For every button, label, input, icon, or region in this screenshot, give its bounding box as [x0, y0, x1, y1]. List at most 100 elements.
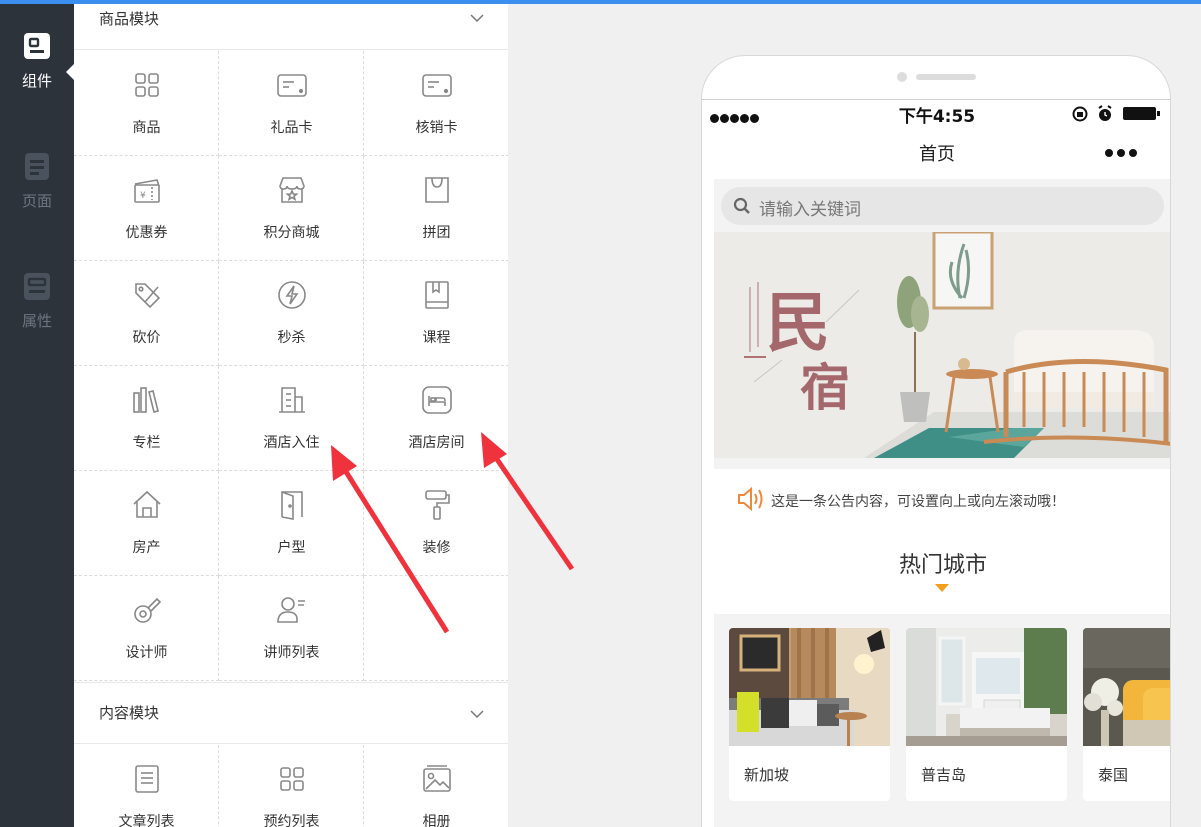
svg-text:¥: ¥: [140, 191, 146, 201]
lecturer-icon: [277, 597, 305, 623]
nav-item-page[interactable]: 页面: [0, 152, 74, 232]
nav-item-label: 属性: [21, 312, 52, 330]
left-nav: 组件 页面 属性: [0, 4, 74, 827]
component-designer[interactable]: 设计师: [74, 576, 219, 681]
city-photo: [1083, 628, 1170, 746]
grid-icon: [135, 73, 159, 97]
component-booking-list[interactable]: 预约列表: [219, 745, 364, 827]
page-icon: [25, 153, 49, 180]
article-icon: [135, 765, 159, 793]
coupon-icon: ¥: [134, 179, 160, 203]
city-card-singapore[interactable]: 新加坡: [729, 628, 890, 801]
status-bar: 下午4:55: [702, 100, 1170, 127]
speaker-icon: [738, 486, 763, 512]
component-gift-card[interactable]: 礼品卡: [219, 51, 364, 156]
hot-cities-title: 热门城市: [898, 553, 987, 578]
component-label: 礼品卡: [270, 120, 313, 136]
component-icon: [24, 33, 50, 59]
component-label: 酒店房间: [408, 435, 465, 451]
component-label: 课程: [422, 330, 451, 346]
component-label: 预约列表: [263, 814, 320, 827]
component-column[interactable]: 专栏: [74, 366, 219, 471]
component-label: 核销卡: [415, 120, 458, 136]
page-title: 首页: [919, 144, 955, 165]
component-label: 户型: [277, 540, 306, 556]
component-article-list[interactable]: 文章列表: [74, 745, 219, 827]
component-house[interactable]: 房产: [74, 471, 219, 576]
component-points-store[interactable]: 积分商城: [219, 156, 364, 261]
search-icon: [733, 197, 750, 214]
homestay-banner[interactable]: 民 宿: [714, 232, 1170, 458]
battery-icon: [1072, 105, 1160, 122]
search-placeholder: 请输入关键词: [759, 200, 861, 220]
search-bar[interactable]: 请输入关键词: [721, 187, 1164, 225]
city-card-phuket[interactable]: 普吉岛: [906, 628, 1067, 801]
gift-card-icon: [277, 74, 307, 97]
component-label: 专栏: [132, 435, 161, 451]
component-label: 装修: [422, 540, 451, 556]
hotel-room-icon: [422, 386, 452, 414]
nav-item-component[interactable]: 组件: [0, 32, 74, 112]
city-photo: [906, 628, 1067, 746]
city-name: 新加坡: [744, 766, 790, 784]
component-coupon[interactable]: ¥ 优惠券: [74, 156, 219, 261]
component-label: 讲师列表: [263, 645, 320, 661]
component-label: 设计师: [125, 645, 168, 661]
component-group-buy[interactable]: 拼团: [364, 156, 508, 261]
active-caret: [66, 64, 74, 80]
component-bargain[interactable]: 砍价: [74, 261, 219, 366]
column-icon: [133, 387, 159, 413]
component-course[interactable]: 课程: [364, 261, 508, 366]
section-header-goods[interactable]: 商品模块: [74, 4, 508, 50]
door-icon: [281, 491, 303, 520]
component-label: 优惠券: [125, 225, 168, 241]
component-decoration[interactable]: 装修: [364, 471, 508, 576]
designer-icon: [134, 597, 162, 623]
chevron-down-icon: [470, 14, 484, 23]
bargain-icon: [135, 283, 161, 309]
component-album[interactable]: 相册: [364, 745, 508, 827]
flash-sale-icon: [278, 281, 306, 309]
component-label: 相册: [422, 814, 451, 827]
mini-app-navbar: 首页: [702, 128, 1170, 178]
album-icon: [423, 765, 451, 792]
component-label: 房产: [132, 540, 161, 556]
component-label: 酒店入住: [263, 435, 320, 451]
component-hotel-checkin[interactable]: 酒店入住: [219, 366, 364, 471]
component-layout[interactable]: 户型: [219, 471, 364, 576]
component-flash-sale[interactable]: 秒杀: [219, 261, 364, 366]
title-indicator-triangle: [935, 584, 949, 592]
more-icon[interactable]: [1104, 148, 1138, 158]
phone-preview: 下午4:55 首页 请输入关键词 民 宿 这是一条公告内容，可设置向上或向左滚动…: [701, 55, 1171, 827]
hotel-checkin-icon: [279, 387, 305, 413]
city-photo: [729, 628, 890, 746]
empty-cell: [364, 576, 508, 681]
paint-roller-icon: [425, 490, 450, 520]
course-icon: [425, 281, 449, 309]
notice-section: 这是一条公告内容，可设置向上或向左滚动哦！ 热门城市: [714, 469, 1170, 614]
component-label: 秒杀: [277, 330, 306, 346]
component-label: 文章列表: [118, 814, 175, 827]
city-name: 普吉岛: [921, 766, 967, 784]
banner-text-su: 宿: [800, 358, 850, 417]
phone-content: 请输入关键词 民 宿 这是一条公告内容，可设置向上或向左滚动哦！ 热门城市 新加…: [714, 179, 1170, 827]
section-header-content[interactable]: 内容模块: [74, 682, 508, 744]
component-panel: 商品模块 商品 礼品卡 核销卡 ¥ 优惠券 积分商城 拼团 砍价 秒杀 课程 专…: [74, 4, 508, 827]
component-label: 拼团: [422, 225, 451, 241]
component-verify-card[interactable]: 核销卡: [364, 51, 508, 156]
speaker-bar: [916, 74, 976, 80]
component-label: 积分商城: [263, 225, 320, 241]
city-card-thailand[interactable]: 泰国: [1083, 628, 1170, 801]
points-store-icon: [279, 177, 305, 203]
section-title: 内容模块: [99, 704, 160, 722]
verify-card-icon: [422, 74, 452, 97]
component-goods[interactable]: 商品: [74, 51, 219, 156]
component-label: 商品: [132, 120, 161, 136]
nav-item-property[interactable]: 属性: [0, 272, 74, 352]
component-lecturer-list[interactable]: 讲师列表: [219, 576, 364, 681]
notice-text: 这是一条公告内容，可设置向上或向左滚动哦！: [771, 494, 1065, 510]
house-icon: [133, 490, 161, 518]
component-hotel-room[interactable]: 酒店房间: [364, 366, 508, 471]
camera-dot: [897, 72, 907, 82]
city-name: 泰国: [1098, 766, 1129, 784]
